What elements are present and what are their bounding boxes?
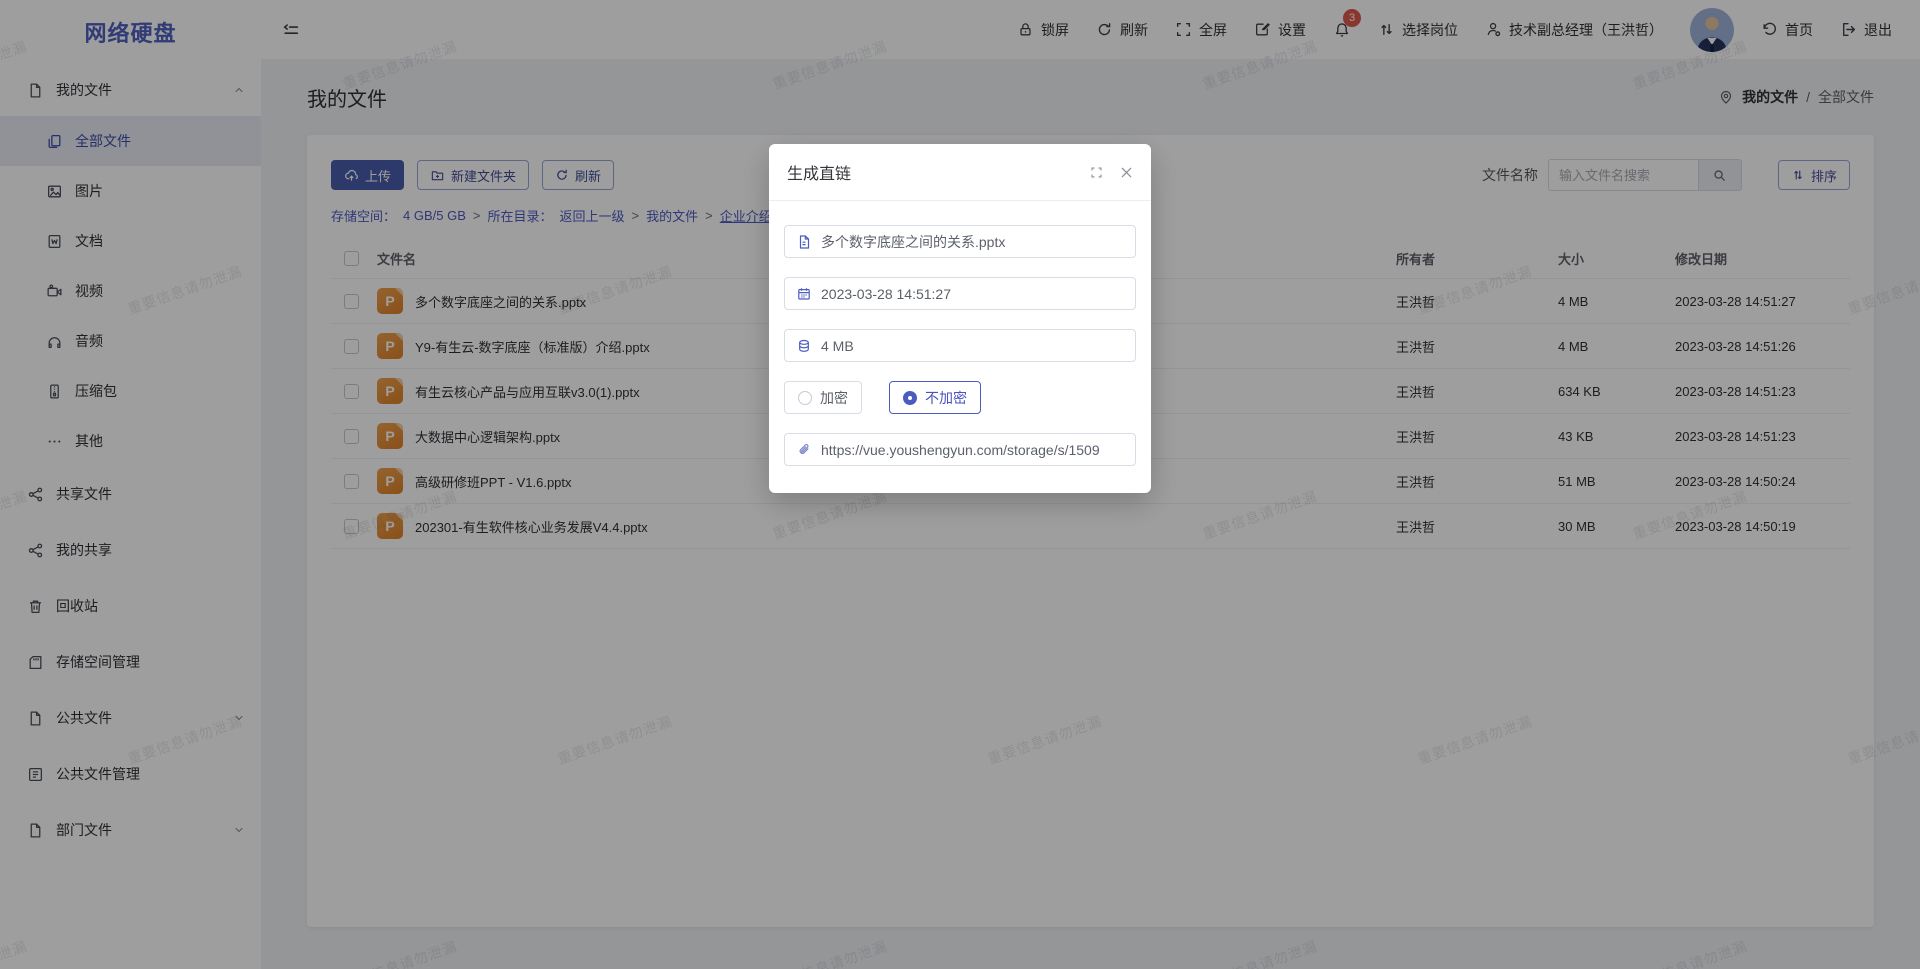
close-icon[interactable] bbox=[1120, 166, 1133, 179]
direct-link-value: https://vue.youshengyun.com/storage/s/15… bbox=[821, 442, 1100, 458]
paperclip-icon bbox=[796, 442, 812, 458]
file-time-value: 2023-03-28 14:51:27 bbox=[821, 286, 951, 302]
document-icon bbox=[796, 234, 812, 250]
file-size-field[interactable]: 4 MB bbox=[784, 329, 1136, 362]
dialog-actions bbox=[1090, 166, 1133, 179]
radio-selected-icon bbox=[903, 391, 917, 405]
no-encrypt-label: 不加密 bbox=[925, 388, 967, 408]
database-icon bbox=[796, 338, 812, 354]
file-time-field[interactable]: 2023-03-28 14:51:27 bbox=[784, 277, 1136, 310]
dialog-header: 生成直链 bbox=[769, 144, 1151, 201]
radio-icon bbox=[798, 391, 812, 405]
encrypt-radio[interactable]: 加密 bbox=[784, 381, 862, 414]
no-encrypt-radio[interactable]: 不加密 bbox=[889, 381, 981, 414]
file-name-field[interactable]: 多个数字底座之间的关系.pptx bbox=[784, 225, 1136, 258]
dialog-title: 生成直链 bbox=[787, 160, 851, 184]
direct-link-field[interactable]: https://vue.youshengyun.com/storage/s/15… bbox=[784, 433, 1136, 466]
file-size-value: 4 MB bbox=[821, 338, 854, 354]
encrypt-label: 加密 bbox=[820, 388, 848, 408]
calendar-icon bbox=[796, 286, 812, 302]
file-name-value: 多个数字底座之间的关系.pptx bbox=[821, 232, 1005, 252]
dialog-fullscreen-icon[interactable] bbox=[1090, 166, 1103, 179]
dialog-body: 多个数字底座之间的关系.pptx 2023-03-28 14:51:27 4 M… bbox=[769, 201, 1151, 466]
generate-link-dialog: 生成直链 多个数字底座之间的关系.pptx 2023-03-28 14:51:2… bbox=[769, 144, 1151, 493]
encrypt-options: 加密 不加密 bbox=[784, 381, 1136, 414]
